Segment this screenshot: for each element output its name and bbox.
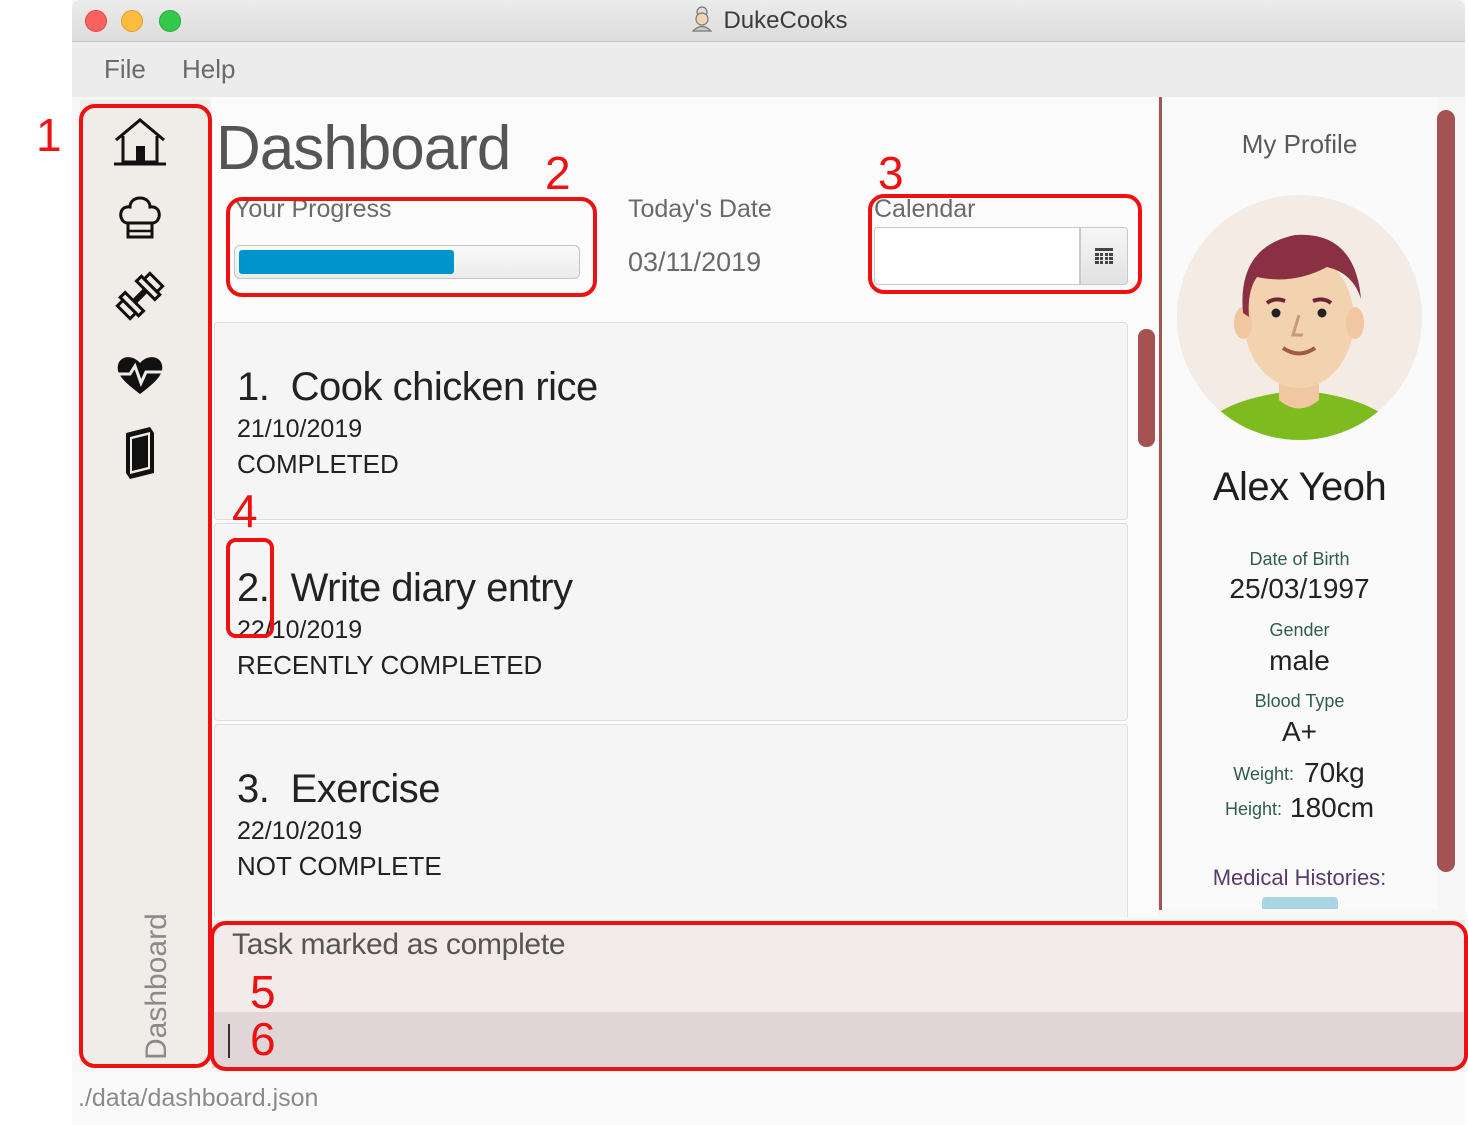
- menu-bar: File Help: [72, 42, 1465, 97]
- todays-date-value: 03/11/2019: [628, 247, 762, 277]
- task-title: 2. Write diary entry: [237, 566, 573, 611]
- task-card[interactable]: 1. Cook chicken rice 21/10/2019 COMPLETE…: [214, 322, 1128, 520]
- user-avatar-icon: [1177, 195, 1422, 440]
- annotation-number-1: 1: [36, 109, 62, 161]
- annotation-number-4: 4: [232, 485, 258, 537]
- window-title-wrap: DukeCooks: [72, 6, 1465, 35]
- task-card[interactable]: 2. Write diary entry 22/10/2019 RECENTLY…: [214, 523, 1128, 721]
- menu-help[interactable]: Help: [182, 54, 235, 85]
- task-title: 3. Exercise: [237, 767, 440, 812]
- status-bar: ./data/dashboard.json: [72, 1072, 1465, 1125]
- task-index: 1.: [237, 365, 270, 409]
- menu-file[interactable]: File: [104, 54, 146, 85]
- task-index: 3.: [237, 767, 270, 811]
- annotation-box-1: [79, 104, 212, 1068]
- task-list-scrollbar[interactable]: [1138, 329, 1155, 447]
- save-location-path: ./data/dashboard.json: [78, 1084, 319, 1112]
- task-list[interactable]: 1. Cook chicken rice 21/10/2019 COMPLETE…: [212, 322, 1130, 917]
- profile-scrollbar[interactable]: [1437, 110, 1455, 872]
- blood-type-label: Blood Type: [1254, 691, 1345, 711]
- annotation-box-4: [226, 538, 274, 638]
- annotation-number-6: 6: [250, 1013, 276, 1065]
- title-bar: DukeCooks: [72, 0, 1465, 42]
- task-date: 21/10/2019: [237, 415, 363, 443]
- profile-heading: My Profile: [1241, 129, 1358, 159]
- task-title: 1. Cook chicken rice: [237, 365, 598, 410]
- task-status: COMPLETED: [237, 449, 399, 479]
- task-name: Exercise: [290, 767, 441, 811]
- todays-date-label: Today's Date: [628, 195, 772, 223]
- task-status: RECENTLY COMPLETED: [237, 650, 543, 680]
- annotation-box-5-6: [210, 921, 1468, 1071]
- task-card[interactable]: 3. Exercise 22/10/2019 NOT COMPLETE: [214, 724, 1128, 917]
- window-title: DukeCooks: [723, 7, 848, 34]
- weight-value: 70kg: [1304, 757, 1365, 788]
- task-date: 22/10/2019: [237, 817, 363, 845]
- weight-label: Weight:: [1233, 764, 1294, 784]
- height-value: 180cm: [1290, 792, 1375, 823]
- annotation-number-3: 3: [878, 147, 904, 199]
- annotation-number-2: 2: [545, 147, 571, 199]
- medical-histories-label: Medical Histories:: [1212, 865, 1387, 890]
- dob-value: 25/03/1997: [1229, 573, 1370, 604]
- task-status: NOT COMPLETE: [237, 851, 442, 881]
- height-label: Height:: [1224, 799, 1282, 819]
- chef-icon: [692, 6, 713, 32]
- profile-panel: My Profile Alex Yeoh Date of Birth 25/03…: [1159, 97, 1437, 910]
- gender-label: Gender: [1269, 620, 1330, 640]
- annotation-box-3: [868, 194, 1142, 294]
- annotation-number-5: 5: [250, 966, 276, 1018]
- dob-label: Date of Birth: [1249, 549, 1350, 569]
- medical-history-tag: [1262, 897, 1338, 909]
- profile-name: Alex Yeoh: [1212, 465, 1387, 509]
- page-title: Dashboard: [216, 114, 511, 183]
- avatar-illustration: [1197, 234, 1402, 440]
- task-name: Cook chicken rice: [290, 365, 599, 409]
- blood-type-value: A+: [1281, 716, 1318, 747]
- gender-value: male: [1269, 645, 1330, 676]
- annotation-box-2: [226, 197, 597, 297]
- task-name: Write diary entry: [290, 566, 573, 610]
